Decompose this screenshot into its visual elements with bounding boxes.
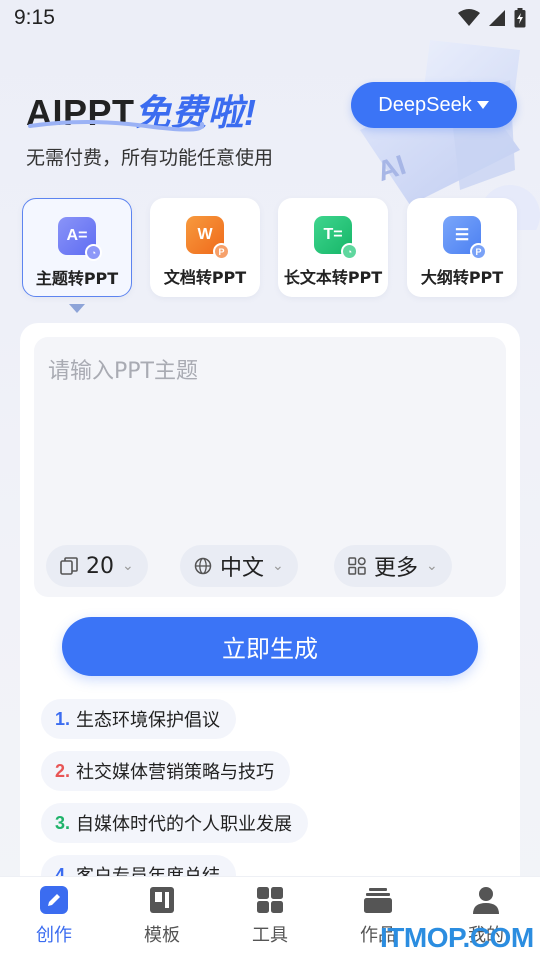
model-selector-button[interactable]: DeepSeek (351, 82, 517, 128)
mode-label: 文档转PPT (163, 268, 247, 287)
battery-icon (514, 8, 526, 28)
pages-icon (60, 557, 78, 575)
long-text-icon-glyph: T= (323, 226, 343, 243)
nav-label: 创作 (36, 925, 72, 946)
active-mode-pointer (69, 304, 85, 313)
suggestion-item[interactable]: 2. 社交媒体营销策略与技巧 (41, 751, 291, 791)
mode-label: 长文本转PPT (283, 268, 383, 287)
more-options-label: 更多 (374, 556, 419, 581)
word-doc-icon-badge: P (213, 243, 230, 260)
signal-icon (489, 10, 505, 26)
mode-card-document[interactable]: W P 文档转PPT (150, 198, 260, 297)
language-value: 中文 (220, 556, 265, 581)
generate-button[interactable]: 立即生成 (62, 617, 478, 676)
chevron-down-icon: ⌄ (122, 558, 134, 574)
profile-icon (473, 887, 499, 914)
nav-label: 工具 (252, 925, 288, 946)
model-label: DeepSeek (378, 93, 472, 116)
chevron-down-icon: ⌄ (272, 558, 284, 574)
topic-icon: A= ◔ (58, 217, 102, 261)
chevron-down-icon: ⌄ (426, 558, 438, 574)
status-bar: 9:15 (0, 0, 540, 38)
more-options-select[interactable]: 更多 ⌄ (334, 545, 452, 587)
outline-icon: ☰ P (443, 216, 487, 260)
mode-label: 大纲转PPT (420, 268, 504, 287)
topic-icon-badge: ◔ (85, 244, 102, 261)
page-count-select[interactable]: 20 ⌄ (46, 545, 148, 587)
suggestion-number: 2. (55, 760, 71, 781)
status-icons (458, 8, 526, 28)
long-text-icon: T= ◔ (314, 216, 358, 260)
mode-card-outline[interactable]: ☰ P 大纲转PPT (407, 198, 517, 297)
mode-label: 主题转PPT (35, 269, 119, 288)
template-icon (150, 887, 174, 913)
outline-icon-glyph: ☰ (454, 227, 470, 244)
works-icon (364, 888, 392, 913)
mode-card-topic[interactable]: A= ◔ 主题转PPT (22, 198, 132, 297)
wifi-icon (458, 9, 480, 26)
suggestion-text: 自媒体时代的个人职业发展 (76, 814, 293, 835)
nav-label: 模板 (144, 925, 180, 946)
topic-icon-glyph: A= (66, 227, 88, 244)
watermark: ITMOP.COM (380, 922, 534, 953)
mode-card-long-text[interactable]: T= ◔ 长文本转PPT (278, 198, 388, 297)
tools-icon (257, 887, 283, 913)
page-count-value: 20 (86, 553, 114, 579)
status-time: 9:15 (14, 6, 55, 29)
suggestion-item[interactable]: 1. 生态环境保护倡议 (41, 699, 237, 739)
suggestion-text: 生态环境保护倡议 (76, 710, 221, 731)
language-select[interactable]: 中文 ⌄ (180, 545, 298, 587)
suggestion-item[interactable]: 3. 自媒体时代的个人职业发展 (41, 803, 309, 843)
create-icon (40, 886, 68, 914)
word-doc-icon-glyph: W (197, 226, 213, 243)
suggestion-text: 社交媒体营销策略与技巧 (76, 762, 275, 783)
suggestion-number: 1. (55, 708, 71, 729)
grid-options-icon (348, 557, 366, 575)
topic-input[interactable] (34, 337, 506, 527)
word-doc-icon: W P (186, 216, 230, 260)
nav-item-create[interactable]: 创作 (14, 885, 94, 947)
nav-item-template[interactable]: 模板 (122, 885, 202, 947)
outline-icon-badge: P (470, 243, 487, 260)
hero-underline-decoration (28, 120, 205, 132)
suggestion-number: 3. (55, 812, 71, 833)
long-text-icon-badge: ◔ (341, 243, 358, 260)
hero-subtitle: 无需付费，所有功能任意使用 (26, 147, 274, 169)
nav-item-tools[interactable]: 工具 (230, 885, 310, 947)
caret-down-icon (476, 101, 489, 109)
globe-icon (194, 557, 212, 575)
